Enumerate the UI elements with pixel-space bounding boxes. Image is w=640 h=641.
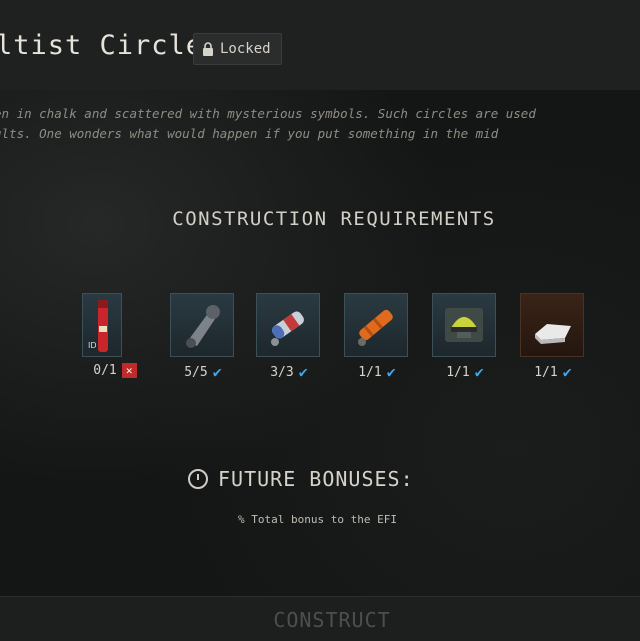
- requirement-count: 1/1: [358, 364, 382, 380]
- requirement-tile[interactable]: [256, 293, 320, 357]
- construct-button-label: CONSTRUCT: [273, 608, 391, 632]
- description-line-1: en in chalk and scattered with mysteriou…: [0, 106, 536, 121]
- requirement-count-row: 3/3 ✔: [256, 363, 322, 381]
- requirement-count: 1/1: [446, 364, 470, 380]
- requirement-count-row: 1/1 ✔: [520, 363, 586, 381]
- header-bar: ltist Circle Locked: [0, 0, 640, 90]
- bonus-text: % Total bonus to the EFI: [238, 513, 397, 526]
- requirement-count: 5/5: [184, 364, 208, 380]
- red-tube-item-icon: ID: [88, 300, 108, 352]
- status-badge-label: Locked: [220, 41, 271, 57]
- check-icon: ✔: [386, 363, 396, 381]
- requirement-tile[interactable]: [432, 293, 496, 357]
- requirement-count-row: 5/5 ✔: [170, 363, 236, 381]
- requirement-tile[interactable]: [520, 293, 584, 357]
- requirement-tile[interactable]: ID: [82, 293, 122, 357]
- requirement-count: 3/3: [270, 364, 294, 380]
- requirement-count-row: 0/1 ✕: [82, 363, 148, 378]
- requirement-tile[interactable]: [344, 293, 408, 357]
- requirement-item[interactable]: 1/1 ✔: [520, 293, 586, 381]
- requirement-count: 1/1: [534, 364, 558, 380]
- orange-item-icon: [358, 309, 393, 346]
- page-title: ltist Circle: [0, 30, 204, 61]
- description: en in chalk and scattered with mysteriou…: [0, 104, 640, 144]
- requirement-item[interactable]: ID 0/1 ✕: [82, 293, 148, 378]
- requirement-item[interactable]: 5/5 ✔: [170, 293, 236, 381]
- description-line-2: ults. One wonders what would happen if y…: [0, 126, 499, 141]
- blue-red-capsule-item-icon: [271, 311, 304, 346]
- gray-tool-item-icon: [186, 305, 220, 348]
- helmet-item-icon: [445, 308, 483, 342]
- requirements-list: ID 0/1 ✕ 5/5 ✔ 3/3 ✔ 1/1 ✔ 1/1 ✔ 1/1 ✔: [0, 293, 640, 383]
- white-block-item-icon: [535, 324, 571, 344]
- requirement-count: 0/1: [93, 363, 117, 378]
- check-icon: ✔: [212, 363, 222, 381]
- requirement-item[interactable]: 1/1 ✔: [432, 293, 498, 381]
- future-bonuses-header: FUTURE BONUSES:: [188, 467, 414, 491]
- clock-icon: [188, 469, 208, 489]
- requirement-item[interactable]: 3/3 ✔: [256, 293, 322, 381]
- requirement-tile[interactable]: [170, 293, 234, 357]
- requirement-item[interactable]: 1/1 ✔: [344, 293, 410, 381]
- missing-x-icon: ✕: [121, 363, 137, 378]
- svg-text:ID: ID: [88, 341, 97, 350]
- check-icon: ✔: [562, 363, 572, 381]
- lock-icon: [203, 42, 213, 56]
- requirements-title: CONSTRUCTION REQUIREMENTS: [172, 208, 496, 230]
- check-icon: ✔: [474, 363, 484, 381]
- requirement-count-row: 1/1 ✔: [432, 363, 498, 381]
- status-badge: Locked: [193, 33, 282, 65]
- check-icon: ✔: [298, 363, 308, 381]
- requirement-count-row: 1/1 ✔: [344, 363, 410, 381]
- future-bonuses-title: FUTURE BONUSES:: [218, 467, 414, 491]
